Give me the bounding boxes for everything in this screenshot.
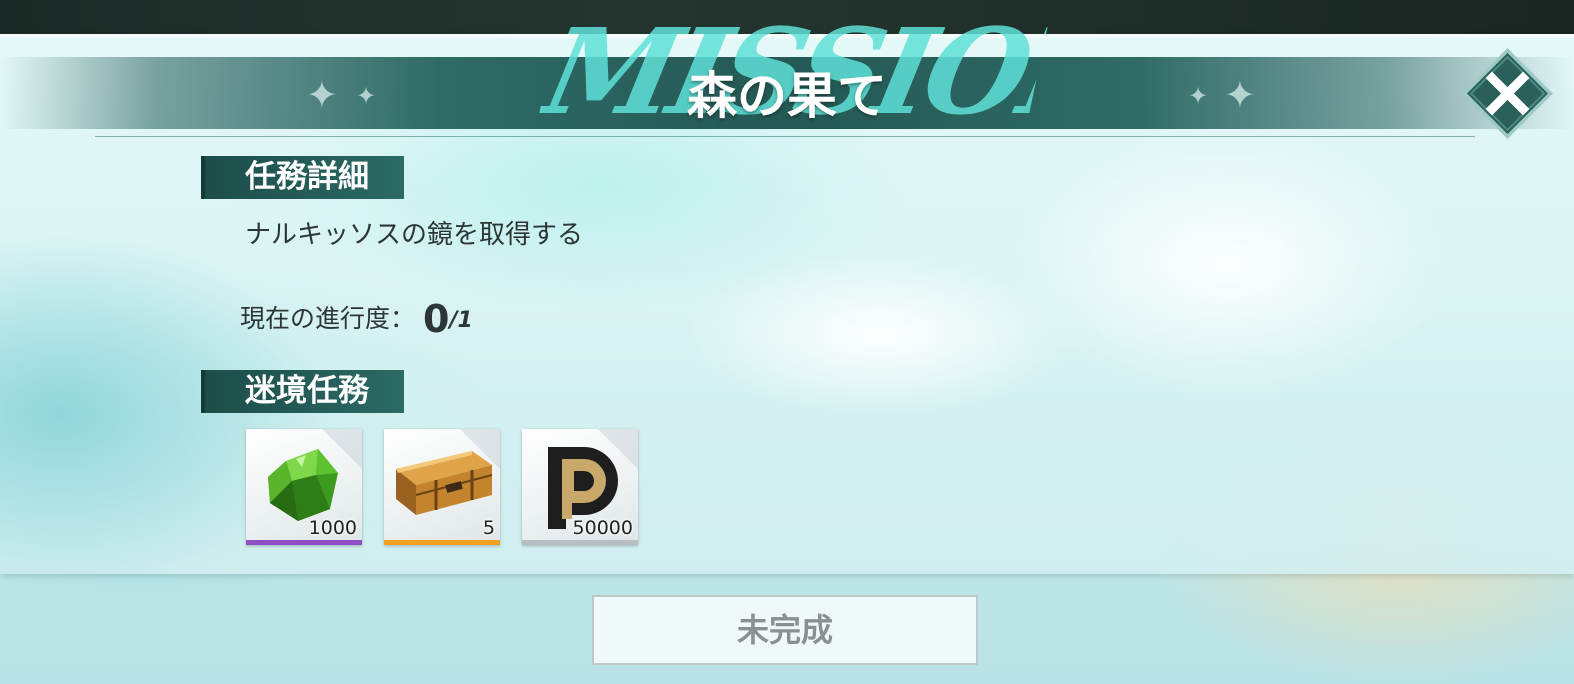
page-title: 森の果て	[687, 66, 887, 125]
rarity-bar	[384, 540, 500, 545]
item-count: 50000	[572, 517, 633, 539]
item-corner-accent	[598, 429, 638, 469]
section-heading-mission-details: 任務詳細	[201, 156, 404, 199]
sparkle-icon: ✦	[356, 82, 377, 110]
reward-item[interactable]: 1000	[246, 429, 362, 545]
sparkle-icon: ✦	[306, 73, 338, 117]
item-corner-accent	[322, 429, 362, 469]
close-button[interactable]	[1460, 46, 1555, 141]
sparkle-icon: ✦	[1188, 82, 1209, 110]
sparkle-icon: ✦	[1224, 73, 1256, 117]
rarity-bar	[246, 540, 362, 545]
section-heading-label: 迷境任務	[245, 373, 369, 409]
incomplete-status-button[interactable]: 未完成	[592, 595, 978, 665]
mission-panel: MISSION 森の果て ✦ ✦ ✦ ✦	[0, 12, 1574, 574]
section-heading-rewards: 迷境任務	[201, 370, 404, 413]
section-heading-label: 任務詳細	[245, 159, 369, 195]
item-count: 5	[482, 517, 495, 539]
item-corner-accent	[460, 429, 500, 469]
mission-description: ナルキッソスの鏡を取得する	[245, 220, 584, 250]
progress-total: /1	[449, 308, 473, 333]
rarity-bar	[522, 540, 638, 545]
reward-item[interactable]: 5	[384, 429, 500, 545]
close-icon	[1462, 48, 1553, 139]
progress-row: 現在の進行度： 0/1	[240, 298, 473, 340]
progress-current: 0	[423, 297, 450, 341]
reward-item[interactable]: 50000	[522, 429, 638, 545]
item-count: 1000	[308, 517, 357, 539]
header-divider	[95, 136, 1475, 137]
progress-label: 現在の進行度：	[240, 304, 416, 333]
